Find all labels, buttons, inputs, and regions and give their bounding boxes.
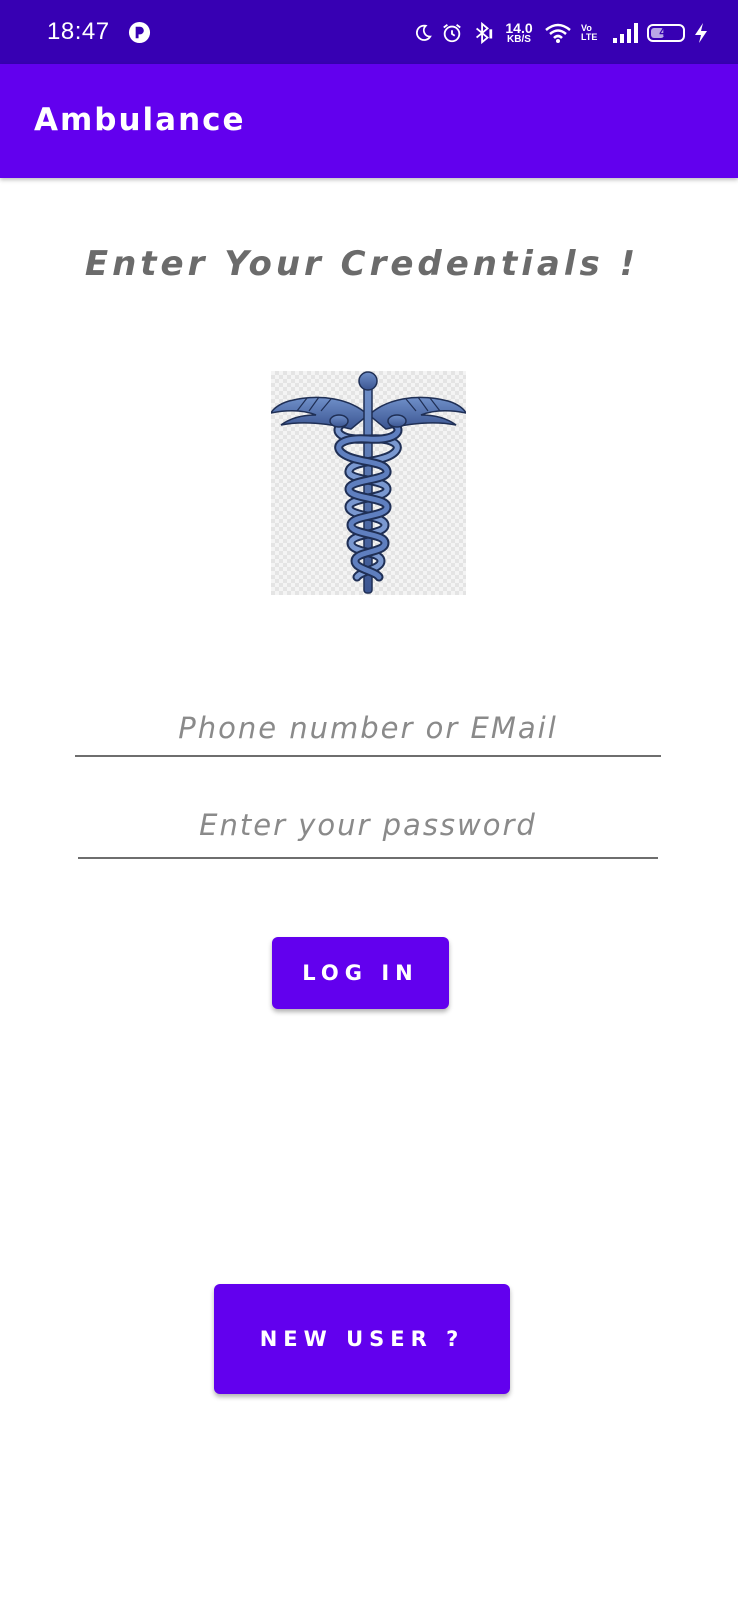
charging-icon	[695, 23, 707, 43]
login-button[interactable]: LOG IN	[272, 937, 449, 1009]
password-field-container	[78, 797, 658, 853]
bluetooth-icon	[475, 21, 493, 45]
volte-indicator: Vo LTE	[581, 24, 603, 42]
network-speed: 14.0 KB/S	[503, 21, 535, 45]
wifi-icon	[545, 23, 571, 43]
speed-unit: KB/S	[507, 34, 531, 45]
status-bar: 18:47 14.0 KB/S Vo LTE 42	[0, 0, 738, 64]
battery-icon: 42	[647, 24, 685, 42]
new-user-button[interactable]: NEW USER ?	[214, 1284, 510, 1394]
status-time: 18:47	[47, 18, 110, 45]
status-icons: 14.0 KB/S Vo LTE 42	[414, 16, 708, 50]
new-user-button-label: NEW USER ?	[259, 1327, 465, 1351]
moon-icon	[415, 24, 432, 41]
password-input[interactable]	[78, 797, 658, 853]
speed-value: 14.0	[505, 20, 533, 36]
signal-icon	[613, 23, 638, 43]
page-heading: Enter Your Credentials !	[84, 244, 640, 284]
app-title: Ambulance	[34, 102, 246, 138]
phone-email-field-container	[75, 700, 661, 756]
volte-bottom: LTE	[581, 32, 598, 42]
password-underline	[78, 857, 658, 859]
phone-email-input[interactable]	[75, 700, 661, 756]
caduceus-logo	[271, 371, 466, 595]
caduceus-icon	[271, 371, 466, 594]
phone-email-underline	[75, 755, 661, 757]
app-bar: Ambulance	[0, 64, 738, 178]
alarm-icon	[443, 24, 461, 43]
login-button-label: LOG IN	[302, 961, 419, 985]
app-notification-icon	[128, 21, 151, 44]
battery-level: 42	[659, 25, 673, 39]
